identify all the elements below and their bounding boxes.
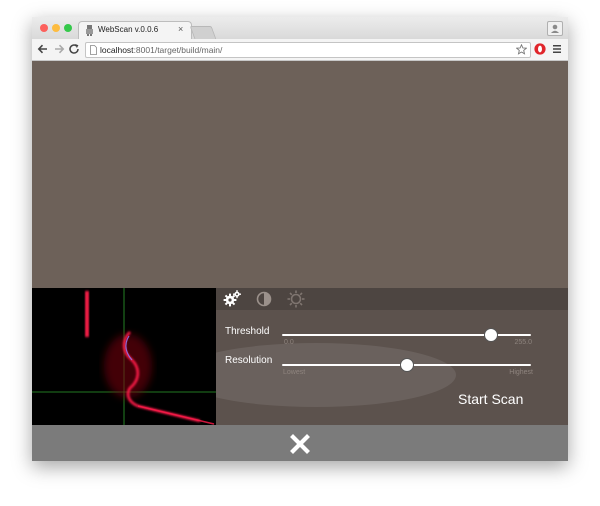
resolution-min-label: Lowest <box>283 369 306 376</box>
browser-window: WebScan v.0.0.6 × localhost:8001/target/… <box>32 17 568 461</box>
bookmark-star-icon[interactable] <box>516 44 527 55</box>
tab-close-icon[interactable]: × <box>178 24 183 34</box>
start-scan-button[interactable]: Start Scan <box>458 391 523 407</box>
control-panel: Threshold 0.0 255.0 Resolution Lowest Hi… <box>216 288 568 425</box>
threshold-slider-thumb[interactable] <box>484 328 499 342</box>
laser-scan-image <box>32 288 216 425</box>
url-host: localhost <box>100 45 134 55</box>
tab-title: WebScan v.0.0.6 <box>98 25 159 34</box>
robot-favicon-icon <box>86 25 93 36</box>
threshold-min-label: 0.0 <box>284 339 294 346</box>
profile-button[interactable] <box>547 21 563 36</box>
page-icon <box>90 45 97 55</box>
opera-extension-icon[interactable] <box>534 43 546 55</box>
browser-toolbar: localhost:8001/target/build/main/ <box>32 39 568 61</box>
resolution-max-label: Highest <box>509 369 533 376</box>
camera-preview <box>32 288 216 425</box>
footer-bar <box>32 425 568 461</box>
address-bar[interactable]: localhost:8001/target/build/main/ <box>85 42 531 58</box>
threshold-label: Threshold <box>225 326 270 337</box>
minimize-window-button[interactable] <box>52 24 60 32</box>
menu-icon[interactable] <box>551 43 563 55</box>
webscan-app: Threshold 0.0 255.0 Resolution Lowest Hi… <box>32 61 568 461</box>
back-arrow-icon[interactable] <box>36 42 50 56</box>
close-icon[interactable] <box>290 434 310 454</box>
browser-tab[interactable]: WebScan v.0.0.6 × <box>78 21 192 40</box>
resolution-slider-thumb[interactable] <box>399 358 414 372</box>
reload-icon[interactable] <box>67 42 81 56</box>
new-tab-button[interactable] <box>189 26 217 39</box>
zoom-window-button[interactable] <box>64 24 72 32</box>
gears-icon[interactable] <box>222 289 242 309</box>
threshold-max-label: 255.0 <box>514 339 532 346</box>
url-path: :8001/target/build/main/ <box>133 45 223 55</box>
brightness-icon[interactable] <box>286 289 306 309</box>
close-window-button[interactable] <box>40 24 48 32</box>
contrast-icon[interactable] <box>254 289 274 309</box>
person-icon <box>551 24 559 33</box>
url-text: localhost:8001/target/build/main/ <box>100 45 222 55</box>
panel-tabs <box>216 288 568 310</box>
glow-decoration <box>216 343 456 407</box>
forward-arrow-icon[interactable] <box>52 42 66 56</box>
resolution-label: Resolution <box>225 355 273 366</box>
title-bar: WebScan v.0.0.6 × <box>32 17 568 40</box>
